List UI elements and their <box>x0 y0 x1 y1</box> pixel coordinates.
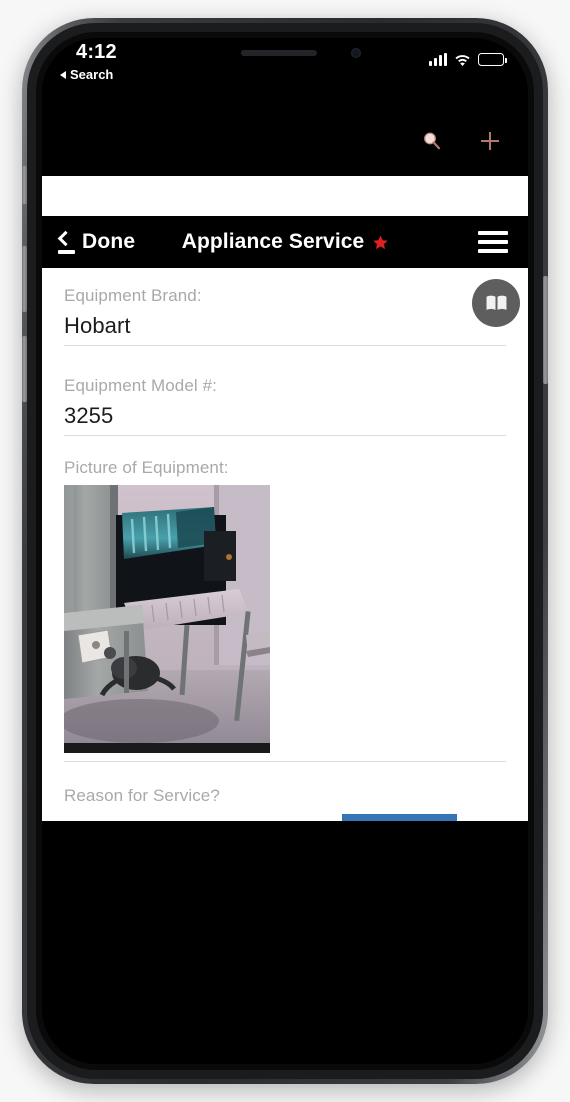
navigation-bar: Done Appliance Service <box>42 216 528 268</box>
equipment-photo[interactable] <box>64 485 270 753</box>
wifi-icon <box>454 53 471 66</box>
open-book-icon[interactable] <box>472 279 520 327</box>
option-scheduled-maintenance[interactable]: Scheduled Maintenance <box>64 816 326 821</box>
status-time: 4:12 <box>76 41 117 63</box>
app-top-toolbar <box>42 106 528 176</box>
status-indicators <box>429 50 507 66</box>
search-icon[interactable] <box>420 129 444 153</box>
field-equipment-picture: Picture of Equipment: <box>64 436 506 762</box>
triangle-left-icon <box>60 70 66 79</box>
field-equipment-brand[interactable]: Equipment Brand: Hobart <box>64 268 506 346</box>
hamburger-menu-icon[interactable] <box>478 231 508 253</box>
power-button[interactable] <box>543 276 548 384</box>
battery-icon <box>478 53 507 66</box>
phone-bezel: 4:12 Search Done Appliance Service Equip… <box>36 32 534 1070</box>
phone-screen: 4:12 Search Done Appliance Service Equip… <box>42 38 528 1064</box>
field-label: Picture of Equipment: <box>64 458 229 477</box>
status-back-to-app[interactable]: Search <box>60 67 113 82</box>
toolbar-separator-band <box>42 176 528 216</box>
field-reason-for-service: Reason for Service? Scheduled Maintenanc… <box>64 762 506 821</box>
status-back-label: Search <box>70 67 114 82</box>
front-camera <box>351 48 361 58</box>
phone-outer-shell: 4:12 Search Done Appliance Service Equip… <box>22 18 548 1084</box>
field-label: Reason for Service? <box>64 786 220 805</box>
notch <box>187 38 383 72</box>
page-title-label: Appliance Service <box>181 230 365 253</box>
bottom-safe-area <box>42 821 528 1064</box>
field-label: Equipment Model #: <box>64 376 217 395</box>
cellular-signal-icon <box>429 53 447 66</box>
phone-mid-frame: 4:12 Search Done Appliance Service Equip… <box>27 23 543 1079</box>
form-content: Equipment Brand: Hobart Equipment Model … <box>42 268 528 821</box>
field-label: Equipment Brand: <box>64 286 202 305</box>
field-value[interactable]: 3255 <box>64 403 506 435</box>
star-icon[interactable] <box>373 235 389 250</box>
reason-options: Scheduled Maintenance Repair <box>64 814 506 821</box>
field-equipment-model[interactable]: Equipment Model #: 3255 <box>64 346 506 436</box>
earpiece-speaker <box>240 50 317 56</box>
option-repair[interactable]: Repair <box>341 814 457 821</box>
plus-icon[interactable] <box>478 129 502 153</box>
page-title: Appliance Service <box>42 230 528 254</box>
field-value[interactable]: Hobart <box>64 313 506 345</box>
phone-device-frame: 4:12 Search Done Appliance Service Equip… <box>14 10 556 1092</box>
